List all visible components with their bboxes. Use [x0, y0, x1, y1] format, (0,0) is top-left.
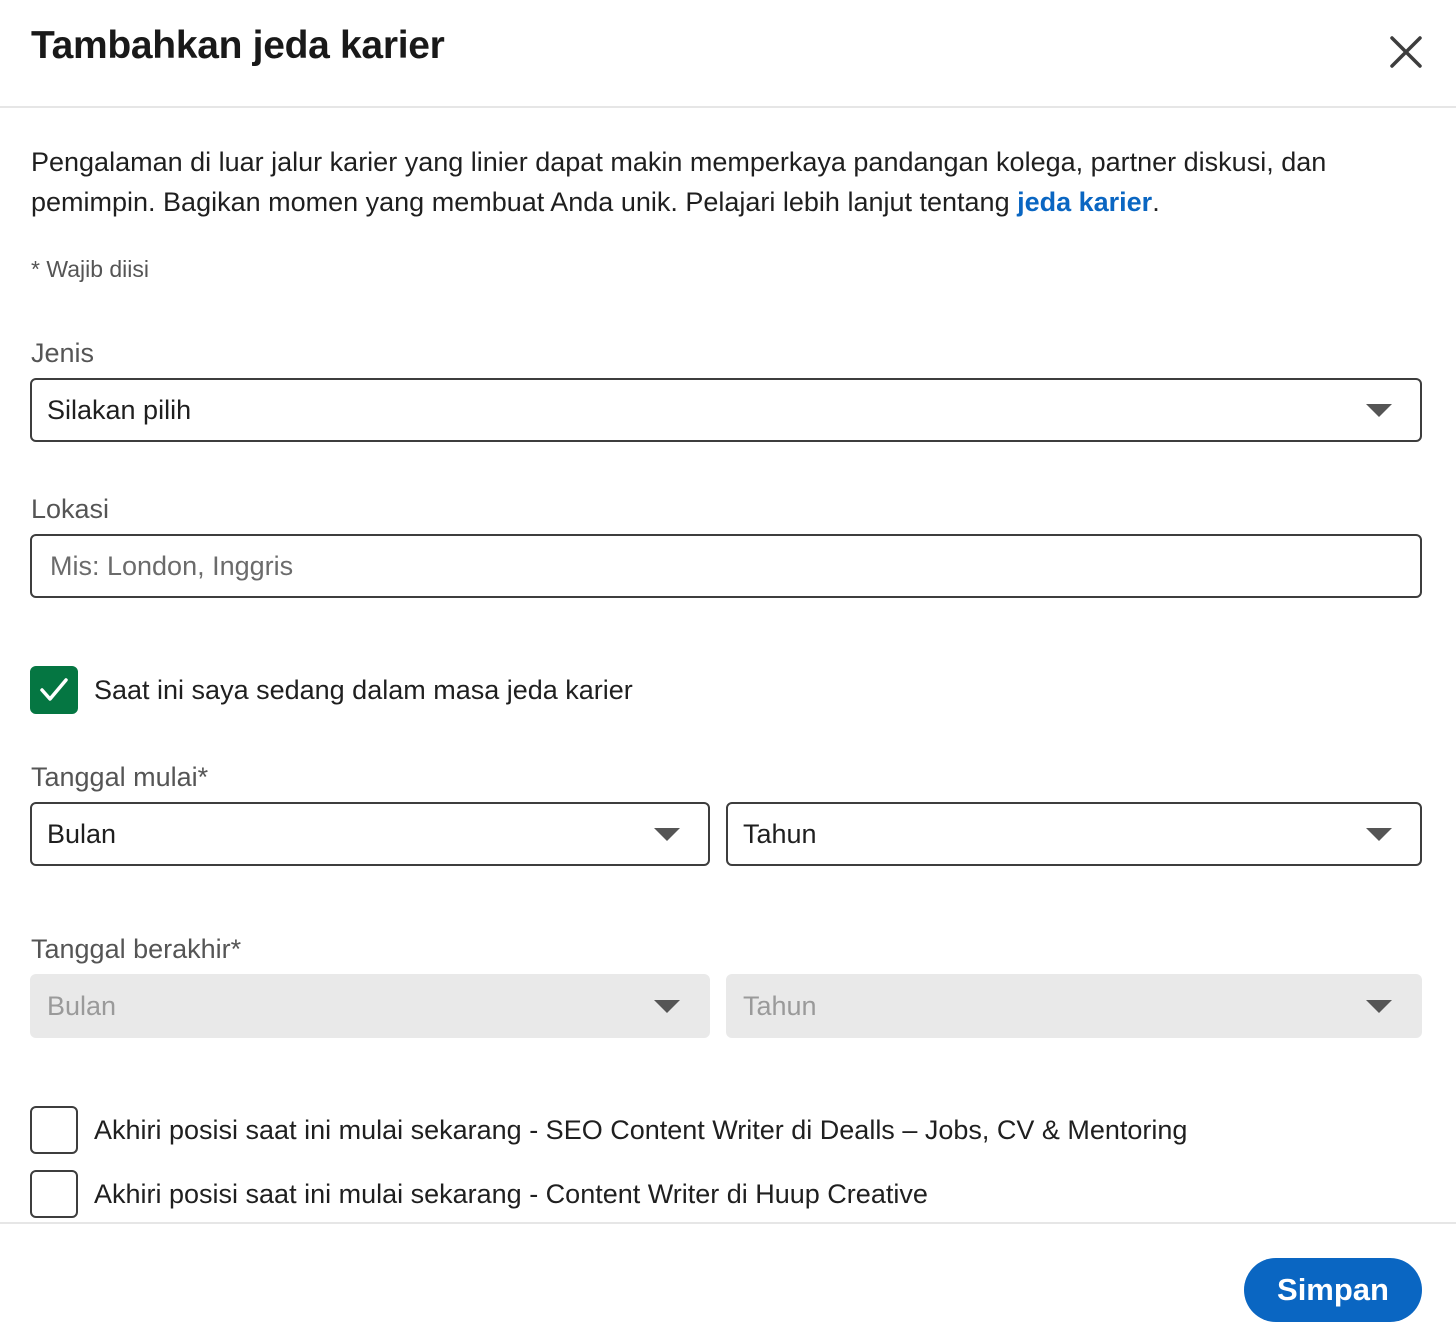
career-break-link[interactable]: jeda karier [1017, 187, 1152, 217]
location-placeholder: Mis: London, Inggris [50, 550, 294, 581]
end-month-select: Bulan [30, 974, 710, 1038]
end-date-label: Tanggal berakhir* [31, 934, 242, 964]
current-break-checkbox[interactable] [30, 666, 78, 714]
current-break-label: Saat ini saya sedang dalam masa jeda kar… [94, 674, 633, 705]
location-input[interactable]: Mis: London, Inggris [30, 534, 1422, 598]
end-position-label: Akhiri posisi saat ini mulai sekarang - … [94, 1178, 928, 1209]
dialog-header: Tambahkan jeda karier [0, 0, 1456, 108]
required-note: * Wajib diisi [31, 256, 150, 282]
end-position-label: Akhiri posisi saat ini mulai sekarang - … [94, 1114, 1188, 1145]
chevron-down-icon [654, 828, 680, 841]
start-month-value: Bulan [47, 818, 117, 849]
start-date-label: Tanggal mulai* [31, 762, 209, 792]
type-select-value: Silakan pilih [47, 394, 192, 425]
end-position-checkbox[interactable] [30, 1170, 78, 1218]
start-year-value: Tahun [743, 818, 817, 849]
end-position-checkbox[interactable] [30, 1106, 78, 1154]
end-year-value: Tahun [743, 990, 817, 1021]
close-icon [1390, 36, 1422, 68]
type-label: Jenis [31, 338, 95, 368]
dialog-footer: Simpan [0, 1222, 1456, 1340]
end-position-row[interactable]: Akhiri posisi saat ini mulai sekarang - … [30, 1106, 1187, 1154]
chevron-down-icon [1366, 1000, 1392, 1013]
chevron-down-icon [654, 1000, 680, 1013]
intro-suffix: . [1152, 187, 1160, 217]
close-button[interactable] [1382, 28, 1430, 76]
start-month-select[interactable]: Bulan [30, 802, 710, 866]
intro-text: Pengalaman di luar jalur karier yang lin… [31, 142, 1431, 222]
end-month-value: Bulan [47, 990, 117, 1021]
location-label: Lokasi [31, 494, 110, 524]
dialog-title: Tambahkan jeda karier [31, 24, 445, 67]
checkmark-icon [40, 678, 68, 701]
current-break-row[interactable]: Saat ini saya sedang dalam masa jeda kar… [30, 666, 633, 714]
chevron-down-icon [1366, 828, 1392, 841]
end-position-row[interactable]: Akhiri posisi saat ini mulai sekarang - … [30, 1170, 928, 1218]
type-select[interactable]: Silakan pilih [30, 378, 1422, 442]
start-year-select[interactable]: Tahun [726, 802, 1422, 866]
chevron-down-icon [1366, 404, 1392, 417]
end-year-select: Tahun [726, 974, 1422, 1038]
save-button[interactable]: Simpan [1244, 1258, 1422, 1322]
